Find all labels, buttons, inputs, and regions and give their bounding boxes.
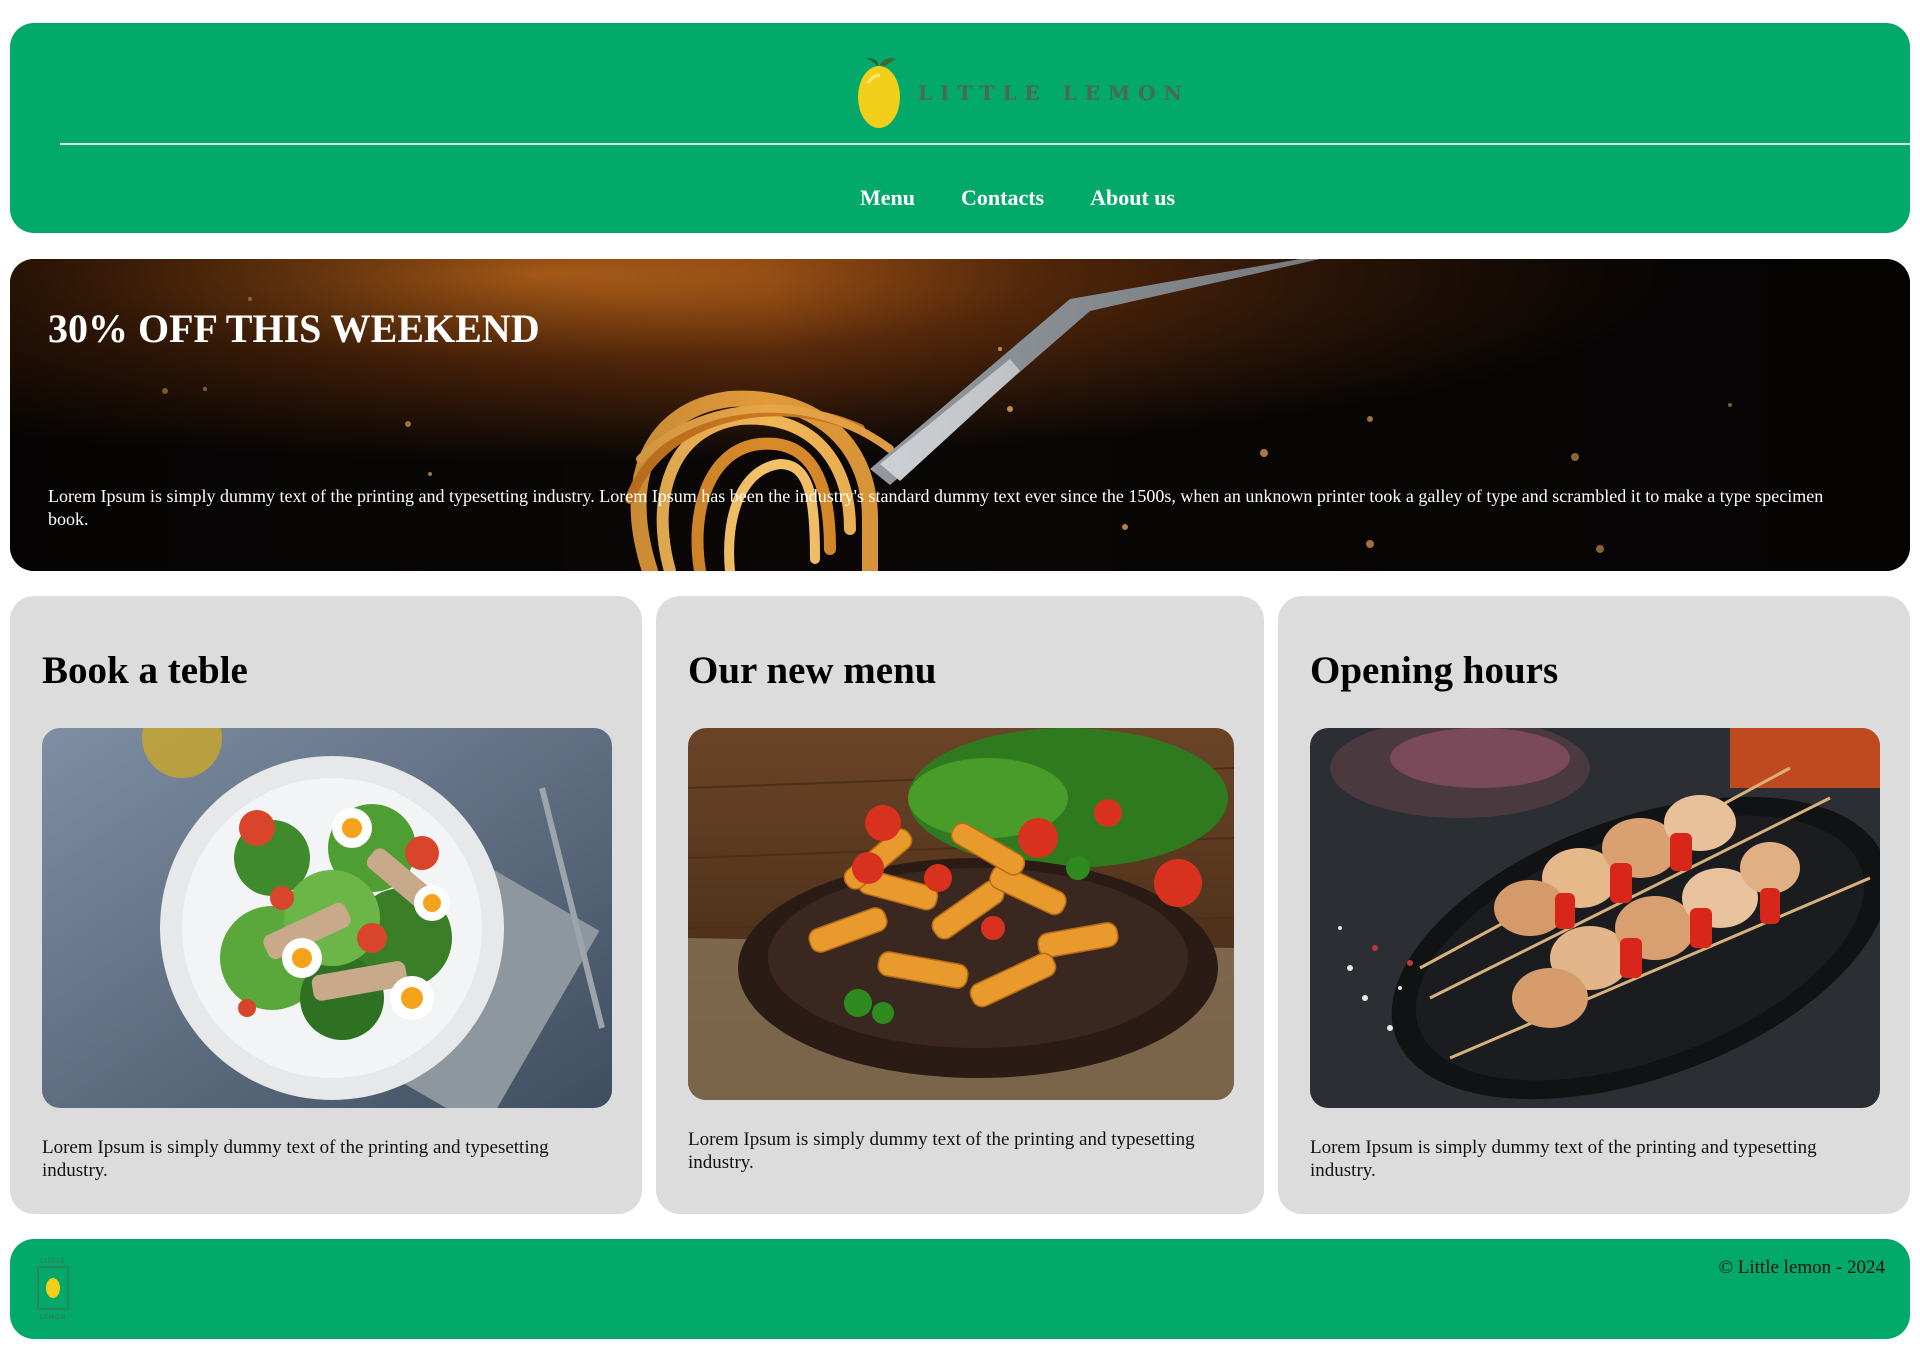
brand-name: LITTLE LEMON [918, 81, 1190, 105]
card-title: Opening hours [1310, 649, 1559, 692]
card-title: Book a teble [42, 649, 248, 692]
nav-link-menu[interactable]: Menu [860, 185, 915, 211]
salad-photo [42, 728, 612, 1108]
site-footer: LITTLE LEMON © Little lemon - 2024 [10, 1239, 1910, 1339]
lemon-icon [858, 58, 900, 128]
skewers-photo [1310, 728, 1880, 1108]
card-book-table[interactable]: Book a teble Lorem Ipsum is simply dummy… [10, 596, 642, 1214]
card-new-menu[interactable]: Our new menu Lorem Ipsum is simply dummy… [656, 596, 1264, 1214]
promo-description: Lorem Ipsum is simply dummy text of the … [48, 486, 1824, 529]
footer-logo-text-bottom: LEMON [40, 1314, 67, 1321]
card-description: Lorem Ipsum is simply dummy text of the … [688, 1129, 1195, 1173]
copyright-text: © Little lemon - 2024 [1718, 1257, 1885, 1278]
promo-title: 30% OFF THIS WEEKEND [48, 306, 540, 351]
site-header: LITTLE LEMON Menu Contacts About us [10, 23, 1910, 233]
brand-logo[interactable]: LITTLE LEMON [856, 53, 1190, 133]
pasta-photo [688, 728, 1234, 1100]
card-description: Lorem Ipsum is simply dummy text of the … [42, 1137, 549, 1181]
card-title: Our new menu [688, 649, 937, 692]
footer-logo-text-top: LITTLE [40, 1258, 65, 1265]
nav-link-contacts[interactable]: Contacts [961, 185, 1044, 211]
nav-link-about-us[interactable]: About us [1090, 185, 1175, 211]
card-opening-hours[interactable]: Opening hours Lorem Ipsum is simply dumm… [1278, 596, 1910, 1214]
footer-logo[interactable]: LITTLE LEMON [34, 1255, 72, 1321]
lemon-icon [46, 1278, 60, 1298]
promo-banner: 30% OFF THIS WEEKEND Lorem Ipsum is simp… [10, 259, 1910, 571]
card-description: Lorem Ipsum is simply dummy text of the … [1310, 1137, 1817, 1181]
header-divider [60, 143, 1910, 145]
